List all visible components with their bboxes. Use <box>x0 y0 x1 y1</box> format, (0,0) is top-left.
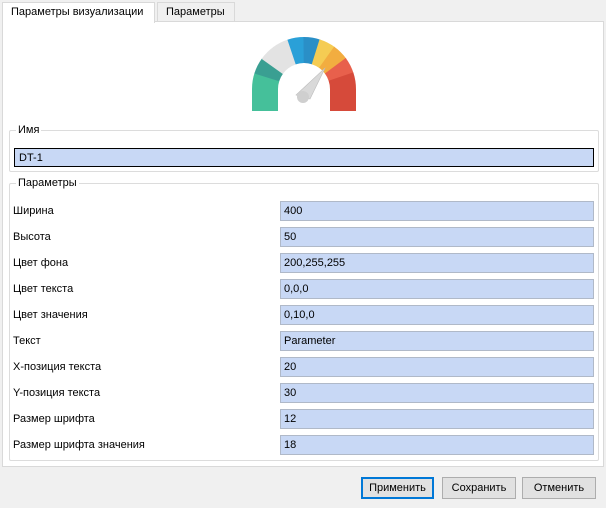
param-row-text-color: Цвет текста <box>10 279 598 299</box>
width-input[interactable] <box>280 201 594 221</box>
apply-button[interactable]: Применить <box>361 477 434 499</box>
save-button[interactable]: Сохранить <box>442 477 516 499</box>
name-group: Имя <box>9 124 599 172</box>
param-row-value-font-size: Размер шрифта значения <box>10 435 598 455</box>
param-row-width: Ширина <box>10 201 598 221</box>
name-group-title: Имя <box>16 124 42 136</box>
params-group-title: Параметры <box>16 177 79 189</box>
param-row-text: Текст <box>10 331 598 351</box>
tab-panel: Имя Параметры Ширина Высота Цвет фона Цв… <box>2 21 604 467</box>
height-input[interactable] <box>280 227 594 247</box>
text-y-input[interactable] <box>280 383 594 403</box>
tab-label: Параметры <box>166 6 225 18</box>
param-row-text-y: Y-позиция текста <box>10 383 598 403</box>
value-font-size-input[interactable] <box>280 435 594 455</box>
value-color-input[interactable] <box>280 305 594 325</box>
param-label: Размер шрифта <box>13 413 95 425</box>
gauge-segment <box>330 89 356 111</box>
font-size-input[interactable] <box>280 409 594 429</box>
gauge-hub <box>297 91 309 103</box>
tab-label: Параметры визуализации <box>11 6 144 18</box>
param-row-value-color: Цвет значения <box>10 305 598 325</box>
param-label: X-позиция текста <box>13 361 102 373</box>
cancel-button[interactable]: Отменить <box>522 477 596 499</box>
param-label: Y-позиция текста <box>13 387 101 399</box>
param-row-height: Высота <box>10 227 598 247</box>
bg-color-input[interactable] <box>280 253 594 273</box>
name-input[interactable] <box>14 148 594 167</box>
param-label: Высота <box>13 231 51 243</box>
tab-visualization-params[interactable]: Параметры визуализации <box>2 2 155 23</box>
gauge-icon <box>252 37 356 111</box>
param-label: Цвет значения <box>13 309 88 321</box>
param-label: Текст <box>13 335 41 347</box>
param-label: Цвет текста <box>13 283 74 295</box>
params-group: Параметры Ширина Высота Цвет фона Цвет т… <box>9 177 599 461</box>
param-row-text-x: X-позиция текста <box>10 357 598 377</box>
param-label: Размер шрифта значения <box>13 439 145 451</box>
param-row-font-size: Размер шрифта <box>10 409 598 429</box>
tab-params[interactable]: Параметры <box>157 2 235 22</box>
param-label: Цвет фона <box>13 257 69 269</box>
text-color-input[interactable] <box>280 279 594 299</box>
text-input[interactable] <box>280 331 594 351</box>
param-label: Ширина <box>13 205 54 217</box>
gauge-segment <box>252 89 278 111</box>
param-row-bg-color: Цвет фона <box>10 253 598 273</box>
text-x-input[interactable] <box>280 357 594 377</box>
